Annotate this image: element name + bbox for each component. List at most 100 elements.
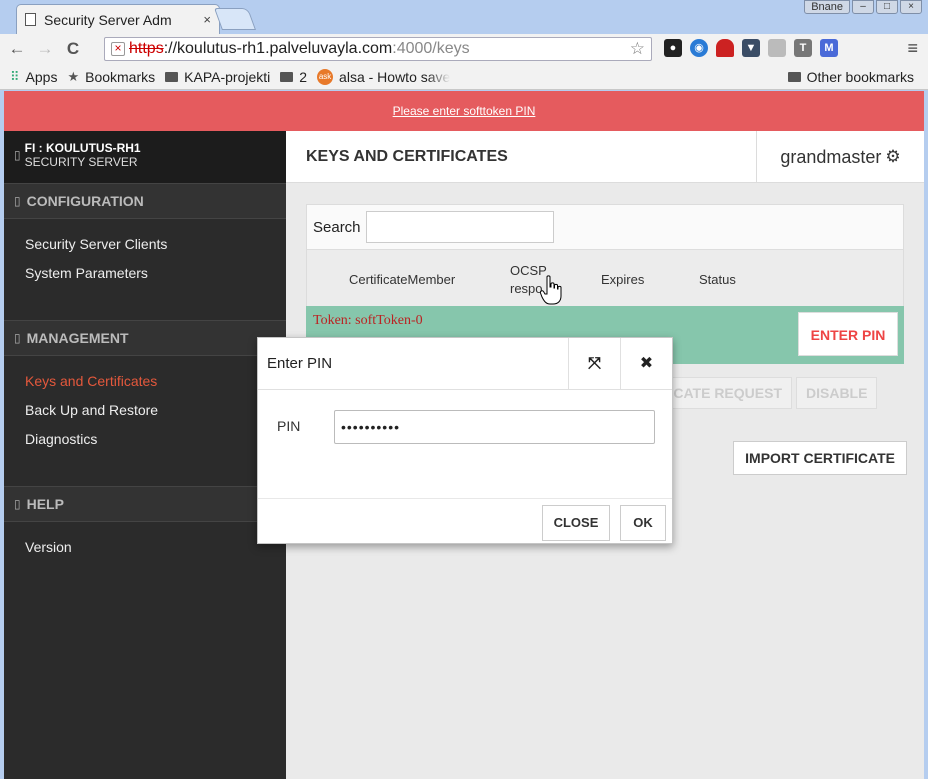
url-scheme: https xyxy=(129,40,164,57)
window-controls: Bnane – □ × xyxy=(804,0,922,14)
menu-icon[interactable]: ≡ xyxy=(907,38,918,59)
table-header: CertificateMember OCSP respo Expires Stat… xyxy=(307,249,903,307)
bookmarks-bar: ⠿ Apps ★ Bookmarks KAPA-projekti 2 ask alsa… xyxy=(0,64,928,90)
close-button[interactable]: CLOSE xyxy=(542,505,610,541)
pin-alert-banner: Please enter softtoken PIN xyxy=(4,91,924,131)
disable-button[interactable]: DISABLE xyxy=(796,377,878,409)
bookmark-apps-label: Apps xyxy=(25,68,58,85)
user-menu[interactable]: grandmaster ⚙ xyxy=(756,131,924,183)
search-row: Search xyxy=(307,205,903,249)
section-management: ▯ MANAGEMENT xyxy=(4,320,286,356)
search-label: Search xyxy=(313,218,361,236)
sidebar-item-diagnostics[interactable]: Diagnostics xyxy=(4,425,286,454)
sidebar: ▯ FI : KOULUTUS-RH1 SECURITY SERVER ▯ CO… xyxy=(4,131,286,779)
section-configuration-label: CONFIGURATION xyxy=(26,193,144,209)
minimize-button[interactable]: – xyxy=(852,0,874,14)
m-icon[interactable]: M xyxy=(820,39,838,57)
document-icon xyxy=(25,13,36,26)
maximize-button[interactable]: □ xyxy=(876,0,898,14)
column-certificate[interactable]: CertificateMember xyxy=(349,272,455,287)
server-id: FI : KOULUTUS-RH1 xyxy=(24,141,141,155)
dialog-title: Enter PIN xyxy=(267,355,333,372)
tab-title: Security Server Adm xyxy=(44,11,172,28)
browser-window: Security Server Adm × Bnane – □ × ← → C … xyxy=(0,0,928,779)
forward-button[interactable]: → xyxy=(34,39,56,59)
url-host: ://koulutus-rh1.palveluvayla.com xyxy=(163,40,393,57)
bookmark-other-label: Other bookmarks xyxy=(806,68,914,85)
dialog-header: Enter PIN ⤧ ✖ xyxy=(258,338,672,390)
url-path: :4000/keys xyxy=(392,40,470,57)
back-button[interactable]: ← xyxy=(6,39,28,59)
sidebar-item-system-parameters[interactable]: System Parameters xyxy=(4,259,286,288)
bookmark-bookmarks-label: Bookmarks xyxy=(85,68,156,85)
apps-grid-icon: ⠿ xyxy=(10,68,20,84)
ask-icon: ask xyxy=(317,68,334,85)
folder-icon xyxy=(280,71,294,82)
section-configuration: ▯ CONFIGURATION xyxy=(4,183,286,219)
hand-cursor-icon xyxy=(540,275,562,305)
window-user[interactable]: Bnane xyxy=(804,0,850,14)
new-tab-button[interactable] xyxy=(213,8,257,30)
bookmark-2-label: 2 xyxy=(299,68,308,85)
expand-icon[interactable]: ⤧ xyxy=(568,338,620,390)
column-status[interactable]: Status xyxy=(699,272,736,287)
enter-pin-button[interactable]: ENTER PIN xyxy=(798,312,898,356)
folder-icon xyxy=(787,71,801,82)
main-header: KEYS AND CERTIFICATES grandmaster ⚙ xyxy=(286,131,924,183)
pin-label: PIN xyxy=(277,418,301,434)
bookmark-bookmarks[interactable]: ★ Bookmarks xyxy=(67,69,155,85)
pocket-icon[interactable]: ▼ xyxy=(742,39,760,57)
tab-close-icon[interactable]: × xyxy=(203,12,211,27)
pin-alert-link[interactable]: Please enter softtoken PIN xyxy=(393,104,536,118)
sofa-icon[interactable] xyxy=(716,39,734,57)
column-member-label: Member xyxy=(407,272,456,287)
section-help: ▯ HELP xyxy=(4,486,286,522)
insecure-lock-icon[interactable]: × xyxy=(111,42,125,56)
gear-icon[interactable]: ⚙ xyxy=(885,147,900,167)
dialog-footer: CLOSE OK xyxy=(258,498,672,544)
sidebar-item-version[interactable]: Version xyxy=(4,533,286,562)
bookmark-2[interactable]: 2 xyxy=(280,69,307,85)
pin-field[interactable]: •••••••••• xyxy=(334,410,655,444)
close-window-button[interactable]: × xyxy=(900,0,922,14)
ok-button[interactable]: OK xyxy=(620,505,666,541)
circle-icon[interactable]: ◉ xyxy=(690,39,708,57)
sidebar-item-keys-and-certificates[interactable]: Keys and Certificates xyxy=(4,367,286,396)
keys-table: Search CertificateMember OCSP respo Expir… xyxy=(306,204,904,308)
column-certificate-label: Certificate xyxy=(349,272,408,287)
extension-icons: ● ◉ ▼ T M xyxy=(664,39,838,57)
enter-pin-dialog: Enter PIN ⤧ ✖ PIN •••••••••• CLOSE OK xyxy=(257,337,673,544)
token-label: Token: softToken-0 xyxy=(313,313,423,328)
folder-icon xyxy=(165,71,179,82)
column-expires[interactable]: Expires xyxy=(601,272,644,287)
keyhole-icon[interactable]: ● xyxy=(664,39,682,57)
bookmark-kapa-label: KAPA-projekti xyxy=(184,68,271,85)
bookmark-alsa[interactable]: ask alsa - Howto save xyxy=(317,68,451,85)
sidebar-item-back-up-and-restore[interactable]: Back Up and Restore xyxy=(4,396,286,425)
t-icon[interactable]: T xyxy=(794,39,812,57)
browser-tab[interactable]: Security Server Adm × xyxy=(16,4,220,34)
address-bar[interactable]: × https://koulutus-rh1.palveluvayla.com:… xyxy=(104,37,652,61)
bookmark-kapa[interactable]: KAPA-projekti xyxy=(165,69,270,85)
ext-gray-icon[interactable] xyxy=(768,39,786,57)
import-certificate-button[interactable]: IMPORT CERTIFICATE xyxy=(733,441,907,475)
tab-strip: Security Server Adm × Bnane – □ × xyxy=(0,0,928,34)
star-icon: ★ xyxy=(67,68,80,84)
close-icon[interactable]: ✖ xyxy=(620,338,672,390)
page-title: KEYS AND CERTIFICATES xyxy=(306,148,508,165)
reload-button[interactable]: C xyxy=(62,39,84,59)
sidebar-item-security-server-clients[interactable]: Security Server Clients xyxy=(4,230,286,259)
bookmark-apps[interactable]: ⠿ Apps xyxy=(10,69,57,85)
username: grandmaster xyxy=(780,146,882,167)
bookmark-other[interactable]: Other bookmarks xyxy=(787,68,914,85)
section-help-label: HELP xyxy=(26,496,64,512)
bookmark-star-icon[interactable]: ☆ xyxy=(630,39,645,59)
help-icon: ▯ xyxy=(14,497,21,511)
browser-toolbar: ← → C × https://koulutus-rh1.palveluvayl… xyxy=(0,34,928,64)
server-header: ▯ FI : KOULUTUS-RH1 SECURITY SERVER xyxy=(4,131,286,183)
section-management-label: MANAGEMENT xyxy=(26,330,129,346)
configuration-icon: ▯ xyxy=(14,194,21,208)
server-type: SECURITY SERVER xyxy=(24,155,138,169)
search-input[interactable] xyxy=(365,211,554,243)
bookmark-alsa-label: alsa - Howto save xyxy=(339,68,451,85)
